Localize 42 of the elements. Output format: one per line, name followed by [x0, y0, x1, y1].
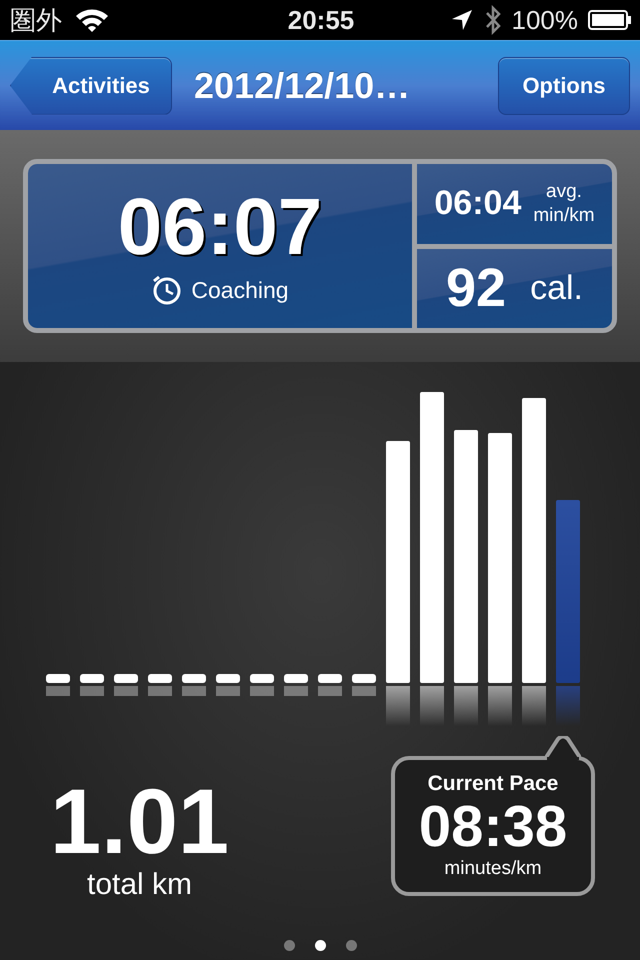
bar-reflection	[284, 686, 308, 696]
calories-unit: cal.	[530, 268, 583, 308]
bar-reflection	[556, 686, 580, 726]
calories-value: 92	[446, 257, 506, 320]
bar-reflection	[148, 686, 172, 696]
bluetooth-icon	[484, 5, 502, 35]
status-time: 20:55	[288, 4, 354, 36]
avg-unit: min/km	[533, 204, 595, 227]
duration-value: 06:07	[118, 186, 322, 268]
distance-value: 1.01	[50, 776, 230, 868]
bar-reflection	[318, 686, 342, 696]
bar-reflection	[420, 686, 444, 726]
bar-reflection	[80, 686, 104, 696]
battery-icon	[588, 9, 632, 31]
wifi-icon	[74, 7, 110, 33]
bar-reflection	[352, 686, 376, 696]
alarm-clock-icon	[151, 274, 184, 306]
bar-reflection	[216, 686, 240, 696]
bar-reflection	[522, 686, 546, 726]
coaching-label: Coaching	[191, 276, 289, 304]
current-pace-value: 08:38	[418, 796, 568, 858]
nav-title: 2012/12/10…	[194, 64, 410, 106]
current-pace-unit: minutes/km	[444, 858, 542, 880]
back-button[interactable]: Activities	[10, 56, 172, 114]
bar-reflection	[114, 686, 138, 696]
bar-reflection	[250, 686, 274, 696]
location-icon	[450, 8, 474, 32]
page-dot[interactable]	[346, 940, 356, 951]
avg-pace-value: 06:04	[434, 184, 522, 224]
bar-reflection	[454, 686, 478, 726]
avg-label: avg.	[546, 180, 582, 203]
distance-unit: total km	[87, 868, 192, 902]
page-dot[interactable]	[314, 940, 326, 951]
page-dot[interactable]	[284, 940, 294, 951]
bar-reflection	[488, 686, 512, 726]
current-pace-label: Current Pace	[428, 772, 558, 796]
options-button[interactable]: Options	[498, 56, 630, 114]
carrier-label: 圏外	[10, 4, 62, 36]
bar-reflection	[46, 686, 70, 696]
bar-reflection	[182, 686, 206, 696]
bar-reflection	[386, 686, 410, 726]
battery-percent: 100%	[512, 4, 578, 36]
